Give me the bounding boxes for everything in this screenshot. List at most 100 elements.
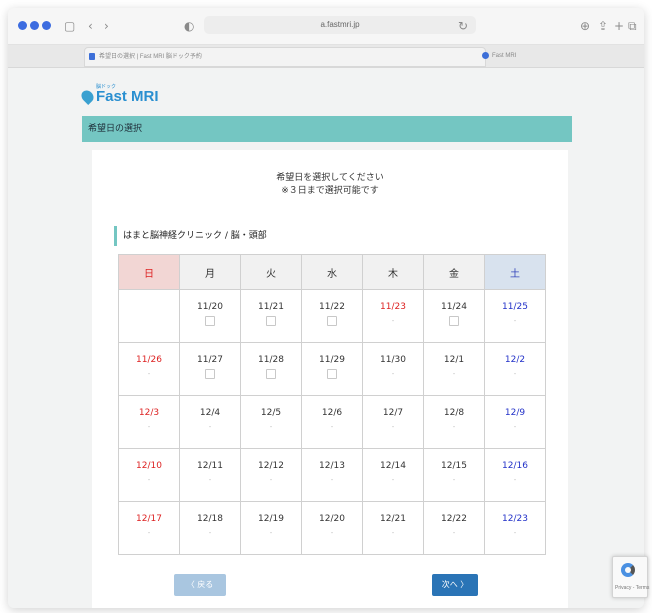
weekday-thursday: 木 bbox=[362, 254, 424, 290]
weekday-wednesday: 水 bbox=[301, 254, 363, 290]
recaptcha-label: Privacy - Terms bbox=[615, 585, 650, 591]
calendar-date: 12/9 bbox=[504, 408, 526, 418]
availability-checkbox[interactable] bbox=[266, 369, 276, 379]
calendar-day-cell: 12/9 - bbox=[484, 395, 546, 449]
share-icon[interactable]: ⇪ bbox=[598, 17, 608, 35]
calendar-day-cell: 12/15 - bbox=[423, 448, 485, 502]
calendar-date: 11/21 bbox=[258, 302, 284, 312]
availability-checkbox[interactable] bbox=[205, 316, 215, 326]
calendar-week-row: 12/17 - 12/18 - 12/19 - 12/20 - 12/21 - 12/22… bbox=[118, 501, 546, 555]
unavailable-marker: - bbox=[269, 423, 273, 431]
browser-window: ▢ ‹ › ◐ a.fastmri.jp ↻ ⊕ ⇪ + ⧉ 希望日の選択 | … bbox=[8, 8, 644, 608]
calendar-date: 11/26 bbox=[136, 355, 162, 365]
weekday-friday: 金 bbox=[423, 254, 485, 290]
availability-checkbox[interactable] bbox=[205, 369, 215, 379]
calendar-date: 12/11 bbox=[197, 461, 223, 471]
address-bar[interactable]: a.fastmri.jp bbox=[204, 16, 476, 34]
instructions: 希望日を選択してください ※３日まで選択可能です bbox=[92, 172, 568, 198]
reload-icon[interactable]: ↻ bbox=[458, 17, 468, 35]
calendar-day-cell: 12/17 - bbox=[118, 501, 180, 555]
calendar-date: 12/6 bbox=[321, 408, 343, 418]
calendar-day-cell: 12/19 - bbox=[240, 501, 302, 555]
calendar-date: 11/23 bbox=[380, 302, 406, 312]
logo-text: Fast MRI bbox=[96, 88, 159, 105]
tab-bar: 希望日の選択 | Fast MRI 脳ドック予約 Fast MRI bbox=[8, 45, 644, 68]
calendar-date: 12/15 bbox=[441, 461, 467, 471]
calendar-day-cell[interactable]: 11/29 bbox=[301, 342, 363, 396]
calendar-day-cell[interactable]: 11/21 bbox=[240, 289, 302, 343]
sidebar-icon[interactable]: ▢ bbox=[64, 17, 75, 35]
new-tab-icon[interactable]: + bbox=[614, 17, 624, 35]
calendar-day-cell: 12/13 - bbox=[301, 448, 363, 502]
tabs-overview-icon[interactable]: ⧉ bbox=[628, 17, 637, 35]
unavailable-marker: - bbox=[452, 529, 456, 537]
calendar-date: 12/4 bbox=[199, 408, 221, 418]
calendar-date: 12/18 bbox=[197, 514, 223, 524]
calendar-date: 12/8 bbox=[443, 408, 465, 418]
calendar-day-cell: 12/18 - bbox=[179, 501, 241, 555]
calendar-date: 12/16 bbox=[502, 461, 528, 471]
unavailable-marker: - bbox=[147, 476, 151, 484]
calendar-date: 12/22 bbox=[441, 514, 467, 524]
next-button[interactable]: 次へ 〉 bbox=[432, 574, 478, 596]
recaptcha-badge[interactable]: Privacy - Terms bbox=[612, 556, 650, 598]
calendar-week-row: 11/20 11/21 11/22 11/23 - 11/24 11/25 - bbox=[118, 289, 546, 343]
unavailable-marker: - bbox=[269, 476, 273, 484]
unavailable-marker: - bbox=[147, 529, 151, 537]
calendar-day-cell[interactable]: 11/20 bbox=[179, 289, 241, 343]
calendar-day-cell: 12/8 - bbox=[423, 395, 485, 449]
browser-toolbar: ▢ ‹ › ◐ a.fastmri.jp ↻ ⊕ ⇪ + ⧉ bbox=[8, 8, 644, 45]
unavailable-marker: - bbox=[269, 529, 273, 537]
clinic-label: はまと脳神経クリニック / 脳・頭部 bbox=[114, 226, 267, 246]
calendar-day-cell: 11/26 - bbox=[118, 342, 180, 396]
calendar-day-cell[interactable]: 11/24 bbox=[423, 289, 485, 343]
unavailable-marker: - bbox=[391, 476, 395, 484]
calendar-day-cell: 12/11 - bbox=[179, 448, 241, 502]
calendar-day-cell: 12/21 - bbox=[362, 501, 424, 555]
unavailable-marker: - bbox=[452, 370, 456, 378]
unavailable-marker: - bbox=[147, 423, 151, 431]
calendar-date: 12/7 bbox=[382, 408, 404, 418]
calendar-date: 11/25 bbox=[502, 302, 528, 312]
calendar-day-cell[interactable]: 11/27 bbox=[179, 342, 241, 396]
calendar-day-cell[interactable]: 11/22 bbox=[301, 289, 363, 343]
availability-checkbox[interactable] bbox=[327, 369, 337, 379]
tab-active[interactable]: 希望日の選択 | Fast MRI 脳ドック予約 bbox=[84, 47, 486, 67]
calendar-day-cell: 12/2 - bbox=[484, 342, 546, 396]
tab-second[interactable]: Fast MRI bbox=[480, 47, 612, 65]
calendar-date: 12/14 bbox=[380, 461, 406, 471]
unavailable-marker: - bbox=[513, 423, 517, 431]
calendar-week-row: 11/26 - 11/27 11/28 11/29 11/30 - 12/1 - 12… bbox=[118, 342, 546, 396]
availability-checkbox[interactable] bbox=[449, 316, 459, 326]
calendar-day-cell: 11/30 - bbox=[362, 342, 424, 396]
calendar-date: 12/5 bbox=[260, 408, 282, 418]
calendar-date: 12/12 bbox=[258, 461, 284, 471]
availability-checkbox[interactable] bbox=[266, 316, 276, 326]
calendar-cell-empty bbox=[118, 289, 180, 343]
calendar-day-cell[interactable]: 11/28 bbox=[240, 342, 302, 396]
availability-checkbox[interactable] bbox=[327, 316, 337, 326]
calendar-day-cell: 12/7 - bbox=[362, 395, 424, 449]
weekday-tuesday: 火 bbox=[240, 254, 302, 290]
weekday-header-row: 日 月 火 水 木 金 土 bbox=[118, 254, 546, 290]
unavailable-marker: - bbox=[208, 423, 212, 431]
calendar-day-cell: 12/1 - bbox=[423, 342, 485, 396]
window-maximize-button[interactable] bbox=[42, 21, 51, 30]
favicon-icon bbox=[482, 52, 489, 59]
back-button[interactable]: 〈 戻る bbox=[174, 574, 226, 596]
chevron-right-icon[interactable]: › bbox=[104, 17, 109, 35]
calendar-day-cell: 12/6 - bbox=[301, 395, 363, 449]
window-close-button[interactable] bbox=[18, 21, 27, 30]
unavailable-marker: - bbox=[330, 423, 334, 431]
weekday-sunday: 日 bbox=[118, 254, 180, 290]
weekday-monday: 月 bbox=[179, 254, 241, 290]
calendar-day-cell: 12/20 - bbox=[301, 501, 363, 555]
window-minimize-button[interactable] bbox=[30, 21, 39, 30]
shield-icon[interactable]: ◐ bbox=[184, 17, 194, 35]
unavailable-marker: - bbox=[391, 317, 395, 325]
download-icon[interactable]: ⊕ bbox=[580, 17, 590, 35]
date-selection-card: 希望日を選択してください ※３日まで選択可能です はまと脳神経クリニック / 脳… bbox=[92, 150, 568, 608]
tab-title: Fast MRI bbox=[492, 53, 517, 59]
unavailable-marker: - bbox=[208, 476, 212, 484]
chevron-left-icon[interactable]: ‹ bbox=[88, 17, 93, 35]
